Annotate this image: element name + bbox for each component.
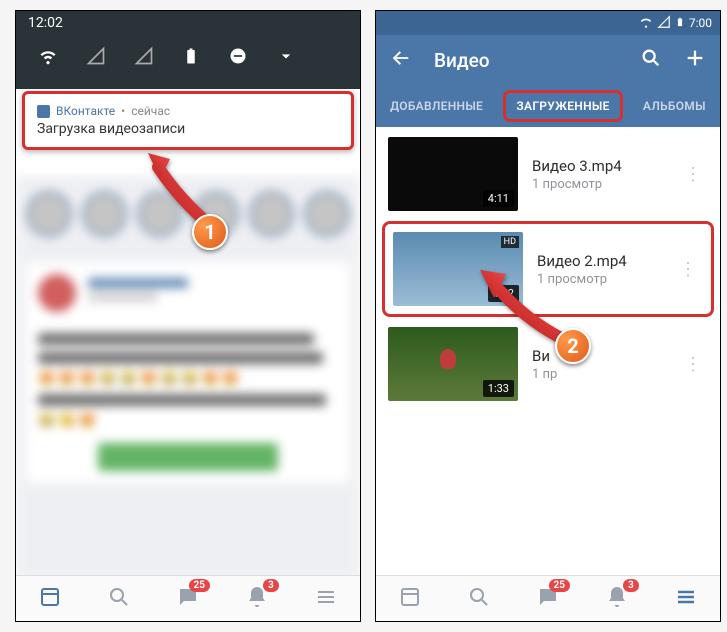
battery-icon — [182, 45, 200, 72]
video-tabs: ДОБАВЛЕННЫЕ ЗАГРУЖЕННЫЕ АЛЬБОМЫ — [376, 85, 720, 127]
wifi-icon — [38, 46, 58, 71]
nav-messages[interactable]: 25 — [176, 585, 200, 613]
nav-messages[interactable]: 25 — [536, 585, 560, 613]
bottom-navigation-right: 25 3 — [376, 575, 720, 621]
more-icon[interactable]: ⋮ — [678, 164, 708, 185]
hd-tag: HD — [501, 236, 519, 248]
signal-icon — [657, 15, 671, 32]
status-bar-dark: 12:02 — [16, 11, 360, 89]
upload-notification[interactable]: ВКонтакте • сейчас Загрузка видеозаписи — [22, 91, 354, 150]
chevron-down-icon[interactable] — [276, 46, 296, 71]
add-button[interactable] — [684, 47, 706, 73]
tab-uploaded[interactable]: ЗАГРУЖЕННЫЕ — [503, 90, 622, 122]
video-row[interactable]: 4:11 Видео 3.mp4 1 просмотр ⋮ — [376, 127, 720, 221]
status-bar-blue: 7:00 — [376, 11, 720, 35]
notif-message: Загрузка видеозаписи — [37, 121, 339, 137]
video-duration: 4:11 — [483, 190, 514, 207]
nav-feed[interactable] — [398, 585, 422, 613]
notif-source: ВКонтакте — [56, 104, 115, 118]
page-title: Видео — [434, 49, 618, 72]
battery-icon — [675, 14, 685, 33]
nav-menu[interactable] — [674, 585, 698, 613]
tab-added[interactable]: ДОБАВЛЕННЫЕ — [382, 99, 491, 113]
status-time: 12:02 — [16, 11, 360, 31]
video-thumbnail: 4:11 — [388, 137, 518, 211]
annotation-badge-1: 1 — [192, 214, 228, 250]
annotation-badge-2: 2 — [555, 328, 591, 364]
app-bar: Видео — [376, 35, 720, 85]
app-icon — [37, 105, 50, 118]
status-time: 7:00 — [689, 16, 712, 30]
nav-notifications[interactable]: 3 — [245, 585, 269, 613]
notif-time: сейчас — [131, 104, 170, 118]
bottom-navigation-left: 25 3 — [16, 575, 360, 621]
more-icon[interactable]: ⋮ — [673, 259, 703, 280]
video-duration: 1:33 — [483, 380, 514, 397]
video-views: 1 просмотр — [532, 177, 664, 192]
nav-search[interactable] — [467, 585, 491, 613]
video-views: 1 пр — [532, 367, 664, 382]
video-title: Видео 3.mp4 — [532, 157, 664, 175]
more-icon[interactable]: ⋮ — [678, 354, 708, 375]
nav-feed[interactable] — [38, 585, 62, 613]
search-button[interactable] — [640, 47, 662, 73]
left-phone: 12:02 — [15, 10, 361, 622]
nav-search[interactable] — [107, 585, 131, 613]
back-button[interactable] — [390, 47, 412, 73]
signal1-icon — [86, 46, 106, 71]
notif-separator: • — [121, 104, 125, 118]
notif-badge: 3 — [263, 579, 279, 592]
messages-badge: 25 — [189, 579, 210, 592]
wifi-icon — [639, 15, 653, 32]
messages-badge: 25 — [549, 579, 570, 592]
notif-badge: 3 — [623, 579, 639, 592]
dnd-icon — [228, 46, 248, 71]
nav-menu[interactable] — [314, 585, 338, 613]
tab-albums[interactable]: АЛЬБОМЫ — [635, 99, 714, 113]
status-icons-row[interactable] — [16, 31, 360, 86]
signal2-icon — [134, 46, 154, 71]
nav-notifications[interactable]: 3 — [605, 585, 629, 613]
